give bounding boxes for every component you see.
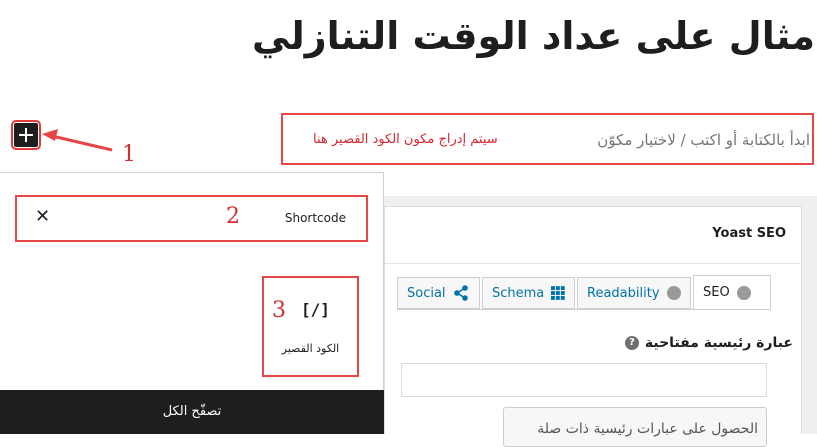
- yoast-panel-title: Yoast SEO: [712, 226, 786, 241]
- share-icon: [453, 285, 468, 301]
- tab-seo[interactable]: SEO: [693, 275, 771, 310]
- tab-schema[interactable]: Schema: [482, 277, 575, 309]
- annotation-note: سيتم إدراج مكون الكود القصير هنا: [313, 132, 498, 147]
- browse-all-button[interactable]: تصفّح الكل: [0, 390, 384, 434]
- status-dot-icon: [666, 286, 681, 300]
- search-value: Shortcode: [284, 211, 346, 225]
- tab-social[interactable]: Social: [397, 277, 480, 309]
- block-search-input[interactable]: Shortcode ✕: [15, 195, 368, 242]
- block-inserter-toggle-button[interactable]: [11, 120, 41, 150]
- shortcode-icon: [/]: [301, 300, 330, 319]
- block-appender-box[interactable]: ابدأ بالكتابة أو اكتب / لاختيار مكوّن سي…: [281, 113, 814, 165]
- yoast-panel-header[interactable]: Yoast SEO: [385, 207, 801, 264]
- annotation-number: 2: [226, 204, 240, 229]
- tab-label: Social: [407, 285, 446, 301]
- plus-icon: [19, 128, 33, 142]
- focus-keyphrase-input[interactable]: [401, 363, 767, 397]
- tab-label: SEO: [703, 285, 730, 300]
- appender-placeholder: ابدأ بالكتابة أو اكتب / لاختيار مكوّن: [597, 131, 810, 149]
- shortcode-block-item[interactable]: [/] الكود القصير: [262, 276, 359, 377]
- focus-keyphrase-label: عبارة رئيسية مفتاحية ?: [624, 335, 793, 351]
- related-keyphrases-button[interactable]: الحصول على عبارات رئيسية ذات صلة: [503, 407, 767, 447]
- yoast-seo-panel: Yoast SEO SEO Readability Schema Social: [384, 206, 802, 447]
- annotation-number: 3: [272, 298, 286, 323]
- page-title[interactable]: مثال على عداد الوقت التنازلي: [55, 14, 815, 58]
- tab-readability[interactable]: Readability: [577, 277, 691, 309]
- block-item-label: الكود القصير: [281, 342, 340, 355]
- tab-label: Schema: [492, 285, 545, 301]
- grid-icon: [551, 286, 565, 300]
- status-dot-icon: [736, 285, 751, 300]
- annotation-arrow-icon: [42, 129, 113, 152]
- help-icon[interactable]: ?: [624, 336, 639, 350]
- annotation-number: 1: [122, 142, 136, 167]
- tab-label: Readability: [587, 285, 660, 301]
- close-icon[interactable]: ✕: [35, 206, 50, 227]
- keyphrase-label-text: عبارة رئيسية مفتاحية: [644, 335, 793, 351]
